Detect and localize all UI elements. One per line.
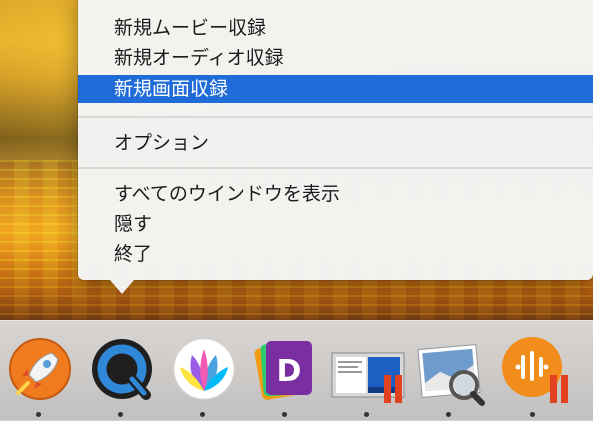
dock-app-petals[interactable] bbox=[164, 331, 244, 417]
running-indicator bbox=[530, 412, 535, 417]
menu-item-options[interactable]: オプション bbox=[78, 129, 593, 157]
dock-context-menu: 新規ムービー収録 新規オーディオ収録 新規画面収録 オプション すべてのウインド… bbox=[78, 0, 593, 280]
running-indicator bbox=[118, 412, 123, 417]
running-indicator bbox=[282, 412, 287, 417]
running-indicator bbox=[200, 412, 205, 417]
dock-app-preview[interactable] bbox=[410, 331, 490, 417]
menu-separator bbox=[78, 116, 593, 118]
menu-item-new-audio-recording[interactable]: 新規オーディオ収録 bbox=[78, 44, 593, 72]
quicktime-icon bbox=[92, 339, 152, 400]
petals-icon bbox=[173, 338, 235, 400]
dock-app-screen-window[interactable] bbox=[328, 331, 408, 417]
menu-item-hide[interactable]: 隠す bbox=[78, 210, 593, 238]
running-indicator bbox=[364, 412, 369, 417]
dash-icon: D bbox=[254, 341, 312, 400]
dock-app-dash[interactable]: D bbox=[246, 331, 326, 417]
menu-item-new-movie-recording[interactable]: 新規ムービー収録 bbox=[78, 14, 593, 42]
dock-app-podcast[interactable] bbox=[494, 331, 574, 417]
menu-separator bbox=[78, 167, 593, 169]
menu-item-show-all-windows[interactable]: すべてのウインドウを表示 bbox=[78, 180, 593, 208]
pause-badge-icon bbox=[550, 375, 568, 403]
running-indicator bbox=[36, 412, 41, 417]
preview-icon bbox=[417, 344, 485, 406]
menu-item-quit[interactable]: 終了 bbox=[78, 240, 593, 268]
menu-item-new-screen-recording[interactable]: 新規画面収録 bbox=[78, 75, 593, 103]
dock-app-rocket[interactable] bbox=[0, 331, 80, 417]
pause-badge-icon bbox=[384, 375, 402, 403]
dock-app-quicktime[interactable] bbox=[82, 331, 162, 417]
menu-pointer bbox=[110, 280, 134, 294]
svg-text:D: D bbox=[277, 354, 302, 389]
running-indicator bbox=[446, 412, 451, 417]
rocket-icon bbox=[9, 338, 71, 400]
dock: D bbox=[0, 320, 593, 421]
